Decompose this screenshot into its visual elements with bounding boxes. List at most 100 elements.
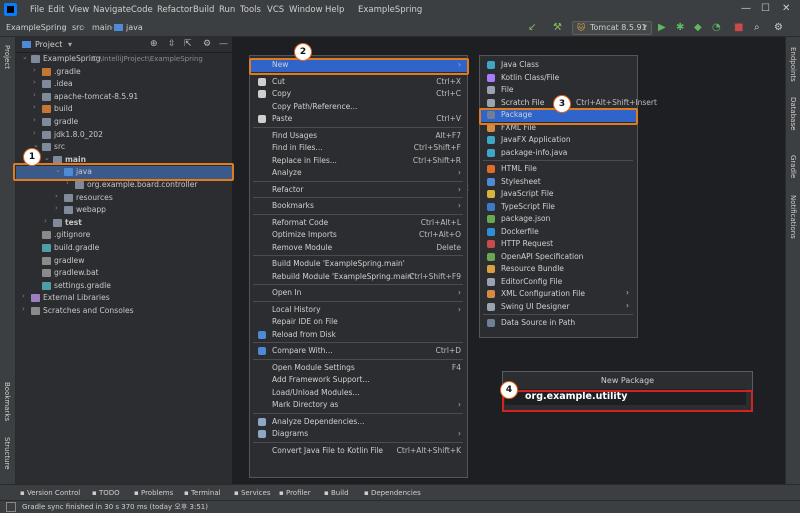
tree-item-build[interactable]: › build: [16, 103, 232, 116]
menu-item-repair-ide-on-file[interactable]: Repair IDE on File: [250, 316, 467, 329]
menu-item-tools[interactable]: Tools: [240, 5, 261, 15]
endpoints-tool-tab[interactable]: Endpoints: [789, 47, 797, 82]
tree-item-gradlew[interactable]: gradlew: [16, 255, 232, 268]
submenu-item-http-request[interactable]: HTTP Request: [480, 238, 637, 251]
chevron-right-icon[interactable]: ›: [33, 78, 36, 86]
menu-item-reload-from-disk[interactable]: Reload from Disk: [250, 329, 467, 342]
tree-item--idea[interactable]: › .idea: [16, 78, 232, 91]
menu-item-run[interactable]: Run: [219, 5, 235, 15]
submenu-item-javafx-application[interactable]: JavaFX Application: [480, 134, 637, 147]
tree-item--gradle[interactable]: › .gradle: [16, 66, 232, 79]
chevron-right-icon[interactable]: ›: [55, 192, 58, 200]
menu-item-replace-in-files-[interactable]: Replace in Files... Ctrl+Shift+R: [250, 155, 467, 168]
chevron-right-icon[interactable]: ›: [33, 116, 36, 124]
breadcrumb-java[interactable]: java: [126, 23, 143, 32]
submenu-item-stylesheet[interactable]: Stylesheet: [480, 176, 637, 189]
minimize-icon[interactable]: —: [741, 3, 751, 14]
tree-item-src[interactable]: ⌄ src: [16, 141, 232, 154]
menu-item-bookmarks[interactable]: Bookmarks ›: [250, 200, 467, 213]
chevron-right-icon[interactable]: ›: [22, 292, 25, 300]
menu-item-convert-java-file-to-kotlin-file[interactable]: Convert Java File to Kotlin File Ctrl+Alt…: [250, 445, 467, 458]
menu-item-compare-with-[interactable]: Compare With... Ctrl+D: [250, 345, 467, 358]
tree-item-resources[interactable]: › resources: [16, 192, 232, 205]
bottom-tab-terminal[interactable]: ▪ Terminal: [184, 489, 221, 497]
tree-item--gitignore[interactable]: .gitignore: [16, 229, 232, 242]
menu-item-edit[interactable]: Edit: [48, 5, 64, 15]
bookmarks-tool-tab[interactable]: Bookmarks: [3, 382, 11, 421]
menu-item-navigate[interactable]: Navigate: [93, 5, 131, 15]
submenu-item-resource-bundle[interactable]: Resource Bundle: [480, 263, 637, 276]
menu-item-analyze[interactable]: Analyze ›: [250, 167, 467, 180]
menu-item-open-module-settings[interactable]: Open Module Settings F4: [250, 362, 467, 375]
gradle-tool-tab[interactable]: Gradle: [789, 155, 797, 178]
menu-item-file[interactable]: File: [30, 5, 44, 15]
run-icon[interactable]: ▶: [658, 22, 666, 33]
chevron-right-icon[interactable]: ›: [22, 305, 25, 313]
layout-icon[interactable]: [6, 502, 16, 512]
submenu-item-html-file[interactable]: HTML File: [480, 163, 637, 176]
hide-panel-icon[interactable]: —: [219, 39, 228, 49]
close-icon[interactable]: ✕: [782, 3, 790, 14]
submenu-item-package-info-java[interactable]: package-info.java: [480, 147, 637, 160]
breadcrumb-main[interactable]: main: [92, 23, 112, 32]
menu-item-diagrams[interactable]: Diagrams ›: [250, 428, 467, 441]
maximize-icon[interactable]: ☐: [761, 3, 770, 14]
bottom-tab-build[interactable]: ▪ Build: [324, 489, 349, 497]
menu-item-find-in-files-[interactable]: Find in Files... Ctrl+Shift+F: [250, 142, 467, 155]
menu-item-find-usages[interactable]: Find Usages Alt+F7: [250, 130, 467, 143]
gear-icon[interactable]: ⚙: [203, 39, 211, 49]
menu-item-cut[interactable]: Cut Ctrl+X: [250, 76, 467, 89]
submenu-item-openapi-specification[interactable]: OpenAPI Specification: [480, 251, 637, 264]
menu-item-reformat-code[interactable]: Reformat Code Ctrl+Alt+L: [250, 217, 467, 230]
submenu-item-xml-configuration-file[interactable]: XML Configuration File ›: [480, 288, 637, 301]
menu-item-refactor[interactable]: Refactor ›: [250, 184, 467, 197]
submenu-item-swing-ui-designer[interactable]: Swing UI Designer ›: [480, 301, 637, 314]
chevron-right-icon[interactable]: ›: [44, 217, 47, 225]
bottom-tab-dependencies[interactable]: ▪ Dependencies: [364, 489, 421, 497]
bottom-tab-todo[interactable]: ▪ TODO: [92, 489, 120, 497]
structure-tool-tab[interactable]: Structure: [3, 437, 11, 470]
menu-item-local-history[interactable]: Local History ›: [250, 304, 467, 317]
menu-item-build[interactable]: Build: [193, 5, 214, 15]
menu-item-copy-path-reference-[interactable]: Copy Path/Reference...: [250, 101, 467, 114]
menu-item-vcs[interactable]: VCS: [267, 5, 284, 15]
menu-item-remove-module[interactable]: Remove Module Delete: [250, 242, 467, 255]
coverage-icon[interactable]: ◆: [694, 22, 702, 33]
tree-item-settings-gradle[interactable]: settings.gradle: [16, 280, 232, 293]
debug-icon[interactable]: ✱: [676, 22, 684, 33]
menu-item-load-unload-modules-[interactable]: Load/Unload Modules...: [250, 387, 467, 400]
tree-item-jdk1-8-0-202[interactable]: › jdk1.8.0_202: [16, 129, 232, 142]
menu-item-rebuild-module-examplespring-main-[interactable]: Rebuild Module 'ExampleSpring.main' Ctrl+…: [250, 271, 467, 284]
bottom-tab-version-control[interactable]: ▪ Version Control: [20, 489, 80, 497]
submenu-item-package-json[interactable]: package.json: [480, 213, 637, 226]
menu-item-view[interactable]: View: [69, 5, 89, 15]
menu-item-copy[interactable]: Copy Ctrl+C: [250, 88, 467, 101]
submenu-item-javascript-file[interactable]: JavaScript File: [480, 188, 637, 201]
expand-all-icon[interactable]: ⇳: [168, 39, 176, 49]
menu-item-mark-directory-as[interactable]: Mark Directory as ›: [250, 399, 467, 412]
tree-item-webapp[interactable]: › webapp: [16, 204, 232, 217]
search-icon[interactable]: ⌕: [754, 22, 760, 33]
menu-item-window[interactable]: Window: [289, 5, 323, 15]
notifications-tool-tab[interactable]: Notifications: [789, 195, 797, 239]
database-tool-tab[interactable]: Database: [789, 97, 797, 130]
tree-item-build-gradle[interactable]: build.gradle: [16, 242, 232, 255]
collapse-all-icon[interactable]: ⇱: [184, 39, 192, 49]
bottom-tab-services[interactable]: ▪ Services: [234, 489, 271, 497]
submenu-item-kotlin-class-file[interactable]: Kotlin Class/File: [480, 72, 637, 85]
menu-item-analyze-dependencies-[interactable]: Analyze Dependencies...: [250, 416, 467, 429]
chevron-right-icon[interactable]: ›: [33, 91, 36, 99]
back-arrow-icon[interactable]: ↙: [528, 22, 536, 33]
locate-icon[interactable]: ⊕: [150, 39, 158, 49]
chevron-right-icon[interactable]: ›: [33, 66, 36, 74]
menu-item-add-framework-support-[interactable]: Add Framework Support...: [250, 374, 467, 387]
menu-item-help[interactable]: Help: [325, 5, 344, 15]
menu-item-paste[interactable]: Paste Ctrl+V: [250, 113, 467, 126]
bottom-tab-problems[interactable]: ▪ Problems: [134, 489, 173, 497]
submenu-item-java-class[interactable]: Java Class: [480, 59, 637, 72]
run-configuration-select[interactable]: 🐱 Tomcat 8.5.91 ▾: [572, 21, 652, 35]
bottom-tab-profiler[interactable]: ▪ Profiler: [279, 489, 311, 497]
chevron-right-icon[interactable]: ›: [33, 129, 36, 137]
build-hammer-icon[interactable]: ⚒: [553, 22, 562, 33]
chevron-down-icon[interactable]: ▾: [68, 40, 72, 49]
